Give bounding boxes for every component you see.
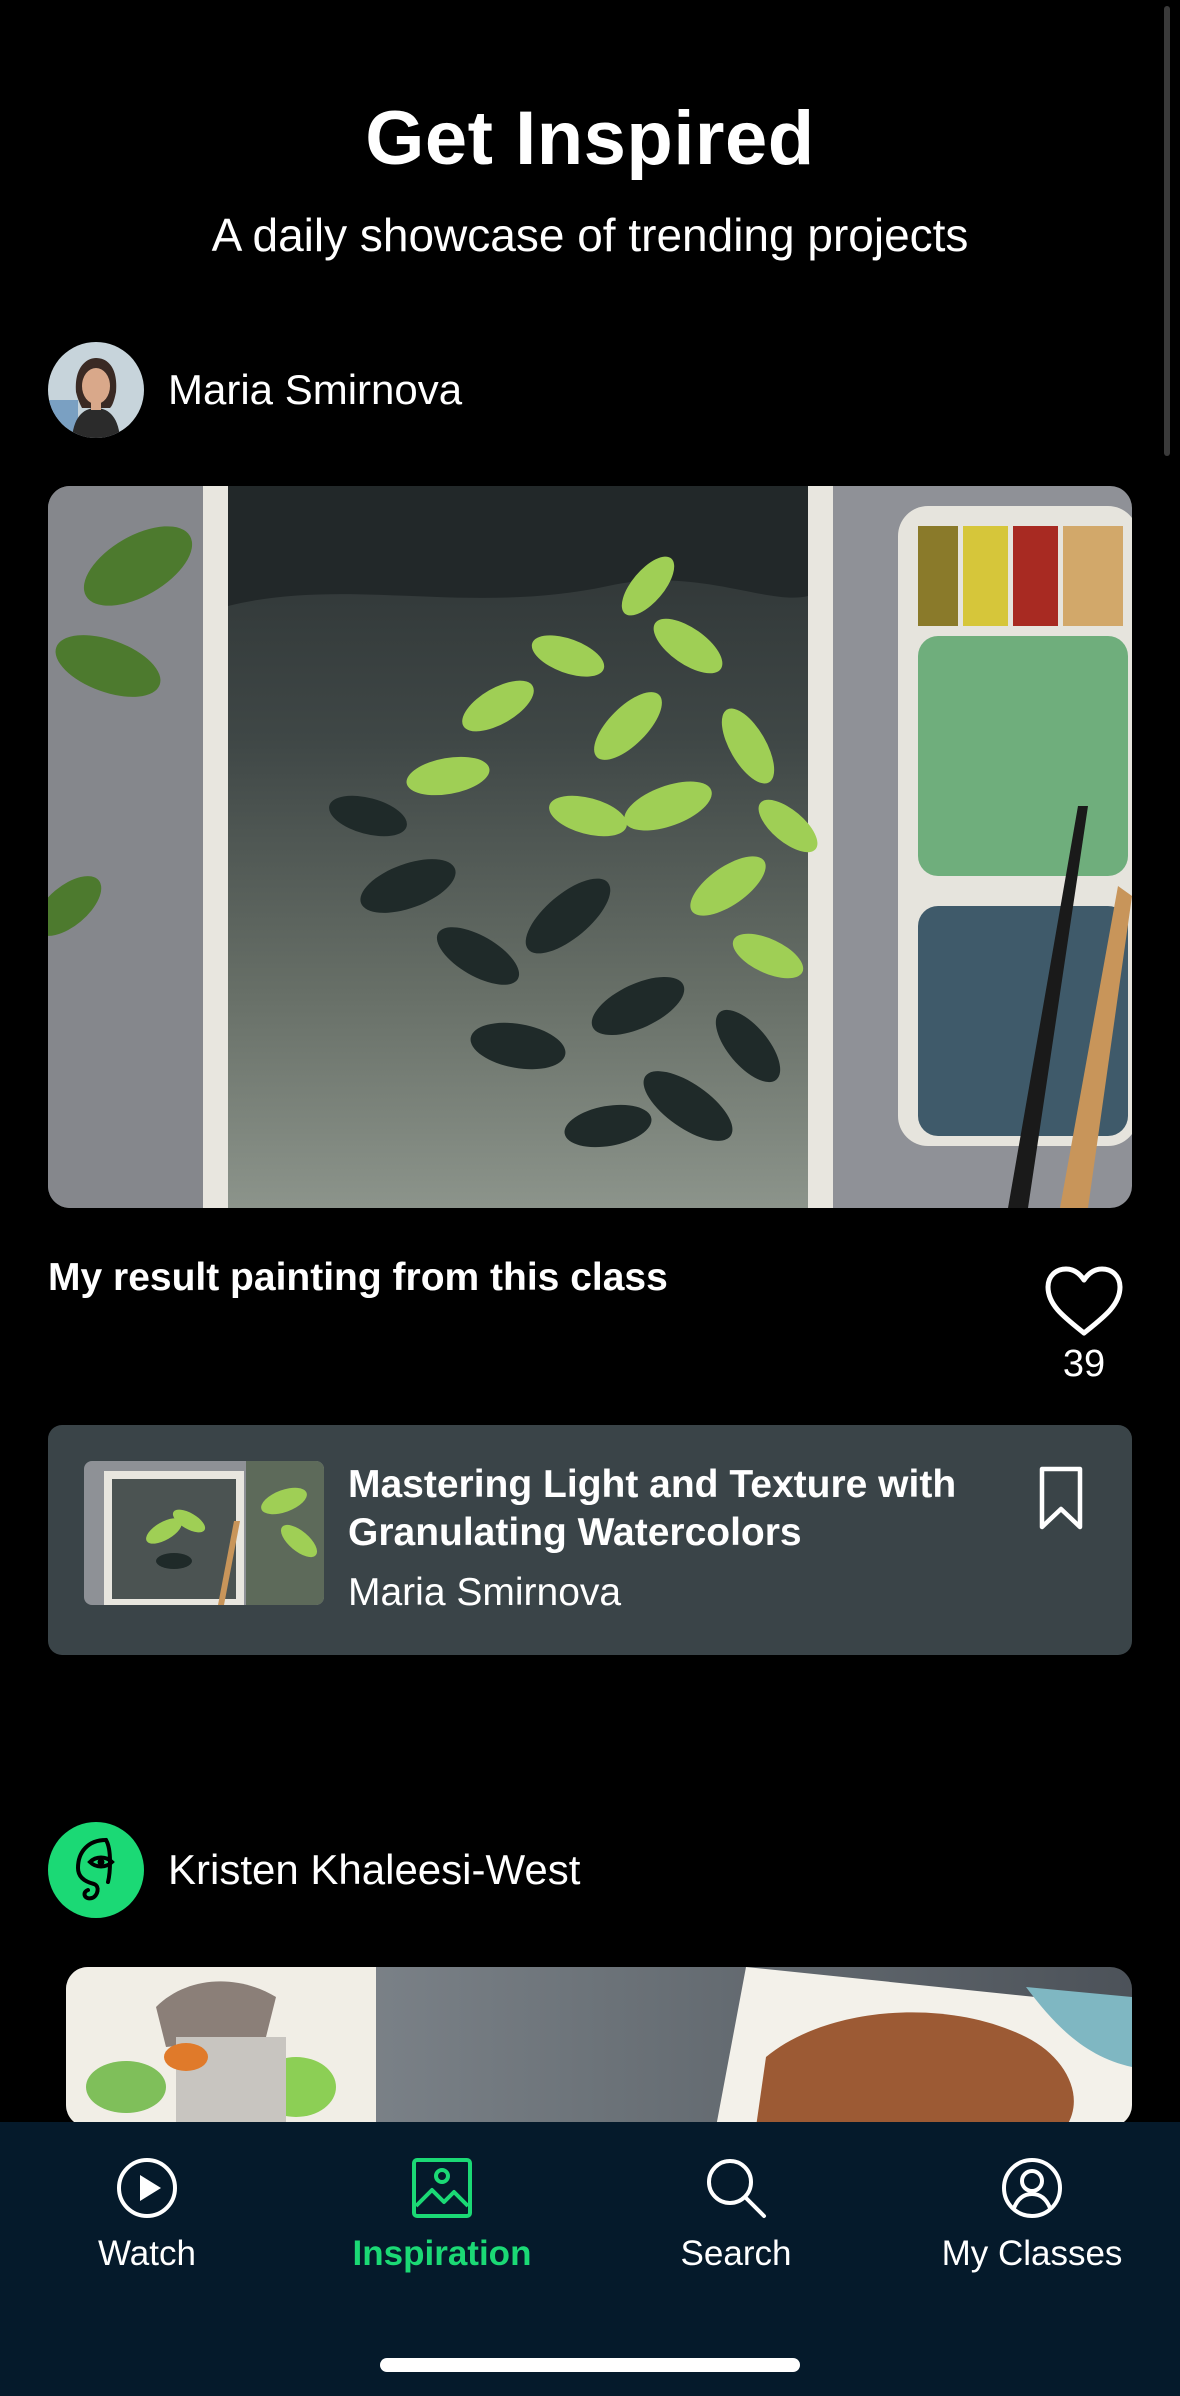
like-count: 39 <box>1062 1343 1106 1385</box>
post-caption: My result painting from this class <box>48 1256 668 1299</box>
nav-item-my-classes[interactable]: My Classes <box>902 2156 1162 2274</box>
project-image[interactable] <box>48 486 1132 1208</box>
nav-label-search: Search <box>680 2234 792 2273</box>
bottom-nav: Watch Inspiration Search My Classes <box>0 2122 1180 2396</box>
nav-item-inspiration[interactable]: Inspiration <box>312 2156 572 2274</box>
page-subtitle: A daily showcase of trending projects <box>211 209 969 261</box>
avatar[interactable] <box>48 1822 144 1918</box>
search-icon <box>707 2159 766 2218</box>
nav-label-my-classes: My Classes <box>941 2234 1123 2273</box>
heart-icon[interactable] <box>1044 1265 1124 1337</box>
avatar[interactable] <box>48 342 144 438</box>
home-indicator[interactable] <box>380 2358 800 2372</box>
class-title[interactable]: Mastering Light and Texture with Granula… <box>348 1461 968 1557</box>
class-author: Maria Smirnova <box>348 1571 622 1614</box>
nav-item-search[interactable]: Search <box>606 2156 866 2274</box>
author-name[interactable]: Maria Smirnova <box>168 366 462 414</box>
class-card[interactable]: Mastering Light and Texture with Granula… <box>48 1425 1132 1655</box>
project-image[interactable] <box>66 1967 1132 2127</box>
like-button[interactable]: 39 <box>1040 1265 1128 1386</box>
author-name[interactable]: Kristen Khaleesi-West <box>168 1846 580 1894</box>
bookmark-button[interactable] <box>1038 1465 1084 1536</box>
play-circle-icon <box>117 2158 177 2218</box>
page-header: Get Inspired A daily showcase of trendin… <box>0 95 1180 262</box>
page-title: Get Inspired <box>365 96 815 181</box>
nav-label-watch: Watch <box>98 2234 196 2273</box>
post-author-row[interactable]: Maria Smirnova <box>48 342 462 438</box>
bookmark-icon[interactable] <box>1038 1465 1084 1531</box>
user-circle-icon <box>1002 2158 1062 2218</box>
image-icon <box>412 2158 472 2218</box>
nav-item-watch[interactable]: Watch <box>17 2156 277 2274</box>
post-author-row[interactable]: Kristen Khaleesi-West <box>48 1822 580 1918</box>
nav-label-inspiration: Inspiration <box>352 2234 532 2273</box>
class-thumbnail[interactable] <box>84 1461 324 1605</box>
